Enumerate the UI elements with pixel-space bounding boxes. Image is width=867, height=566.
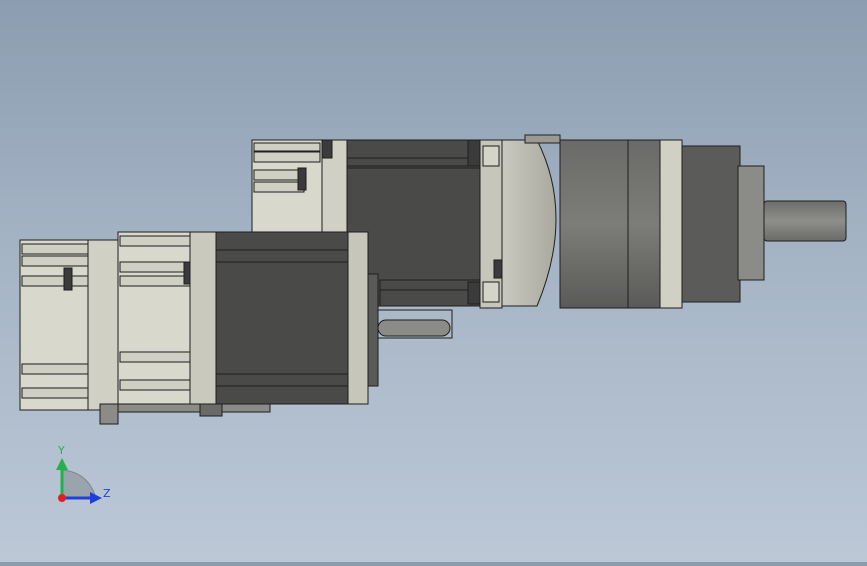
y-axis-label: Y <box>57 444 65 457</box>
lower-flange <box>347 231 369 405</box>
model-canvas[interactable]: Y Z <box>0 0 867 562</box>
x-axis-dot <box>58 494 66 502</box>
lower-stator <box>215 231 349 405</box>
gearbox-body <box>559 139 661 309</box>
lower-connector <box>99 403 119 425</box>
upper-stator <box>346 139 481 167</box>
gearbox-output-shaft <box>763 200 847 242</box>
z-axis-label: Z <box>103 487 111 500</box>
coordinate-triad: Y Z <box>56 444 111 504</box>
upper-adapter-dome <box>501 139 557 307</box>
cad-viewport[interactable]: Y Z <box>0 0 867 562</box>
